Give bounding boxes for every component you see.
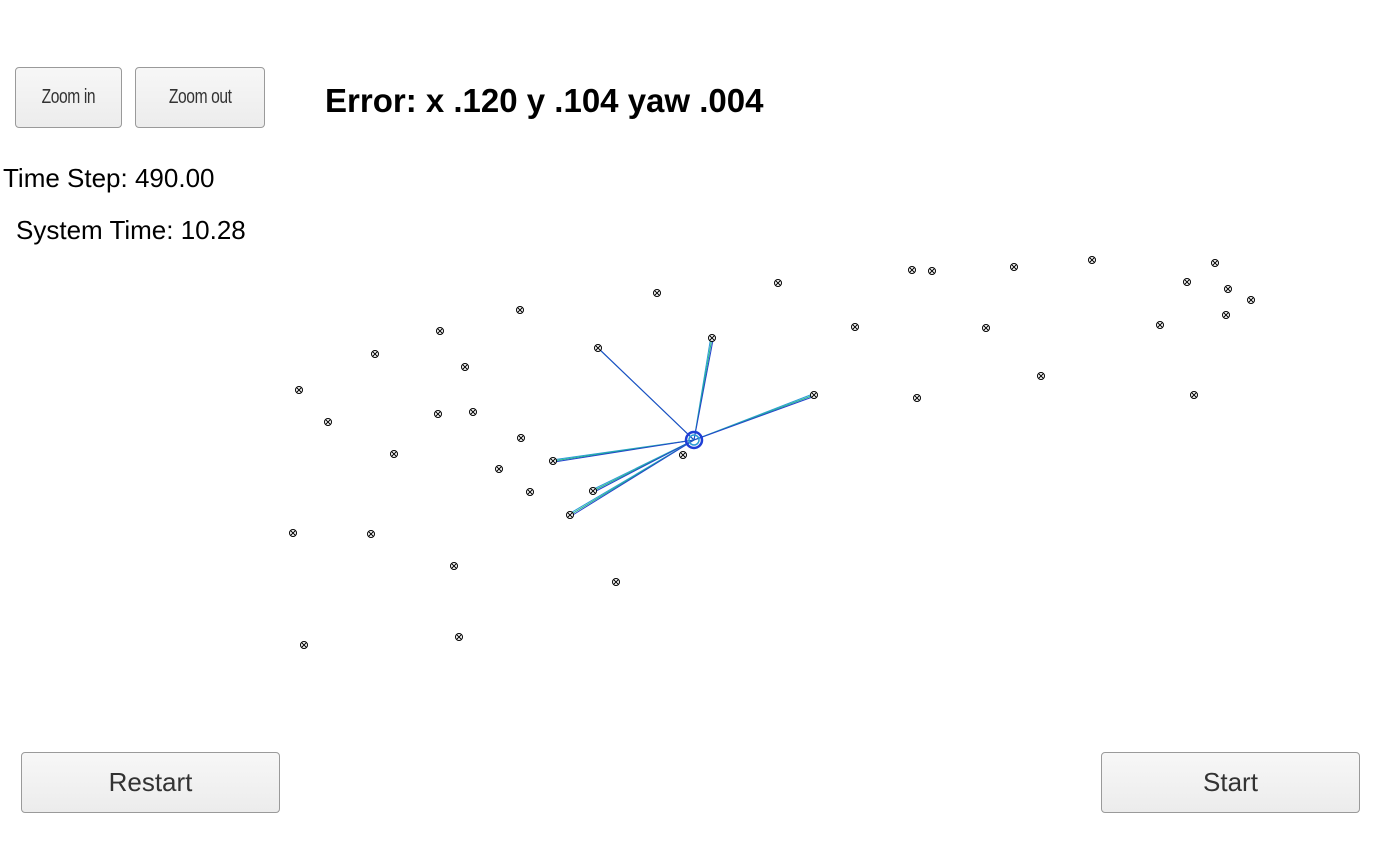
restart-label: Restart <box>108 767 193 797</box>
landmark-icon <box>1224 285 1232 293</box>
landmark-icon <box>913 394 921 402</box>
restart-button[interactable]: Restart <box>21 752 280 813</box>
landmark-icon <box>1222 311 1230 319</box>
landmark-icon <box>549 457 557 465</box>
landmark-icon <box>908 266 916 274</box>
landmark-icon <box>1183 278 1191 286</box>
landmark-icon <box>928 267 936 275</box>
observation-line <box>693 395 816 441</box>
landmark-icon <box>774 279 782 287</box>
observation-line <box>598 348 695 441</box>
landmark-icon <box>495 465 503 473</box>
zoom-out-label: Zoom out <box>168 86 232 108</box>
landmark-icon <box>295 386 303 394</box>
landmark-layer <box>289 256 1255 649</box>
landmark-icon <box>436 327 444 335</box>
landmark-icon <box>1190 391 1198 399</box>
landmark-icon <box>390 450 398 458</box>
observation-line <box>570 439 695 517</box>
landmark-icon <box>982 324 990 332</box>
start-label: Start <box>1203 767 1258 797</box>
simulator-window: Zoom in Zoom out Error: x .120 y .104 ya… <box>0 0 1385 859</box>
landmark-icon <box>810 391 818 399</box>
landmark-icon <box>516 306 524 314</box>
landmark-icon <box>289 529 297 537</box>
system-time-readout: System Time: 10.28 <box>16 215 246 245</box>
landmark-icon <box>679 451 687 459</box>
observation-line <box>693 338 714 441</box>
landmark-icon <box>1247 296 1255 304</box>
landmark-icon <box>461 363 469 371</box>
landmark-icon <box>300 641 308 649</box>
error-readout: Error: x .120 y .104 yaw .004 <box>325 82 764 119</box>
zoom-in-button[interactable]: Zoom in <box>15 67 122 128</box>
landmark-icon <box>450 562 458 570</box>
landmark-icon <box>367 530 375 538</box>
landmark-icon <box>1211 259 1219 267</box>
landmark-icon <box>517 434 525 442</box>
start-button[interactable]: Start <box>1101 752 1360 813</box>
landmark-icon <box>434 410 442 418</box>
landmark-icon <box>589 487 597 495</box>
landmark-icon <box>526 488 534 496</box>
landmark-icon <box>708 334 716 342</box>
landmark-icon <box>566 511 574 519</box>
landmark-icon <box>1088 256 1096 264</box>
landmark-icon <box>1156 321 1164 329</box>
landmark-icon <box>594 344 602 352</box>
landmark-icon <box>851 323 859 331</box>
landmark-icon <box>1037 372 1045 380</box>
landmark-icon <box>324 418 332 426</box>
landmark-icon <box>455 633 463 641</box>
landmark-icon <box>612 578 620 586</box>
landmark-icon <box>371 350 379 358</box>
landmark-icon <box>1010 263 1018 271</box>
zoom-in-label: Zoom in <box>41 86 96 108</box>
map-canvas <box>289 256 1255 649</box>
landmark-icon <box>653 289 661 297</box>
landmark-icon <box>469 408 477 416</box>
time-step-readout: Time Step: 490.00 <box>3 163 215 193</box>
zoom-out-button[interactable]: Zoom out <box>135 67 265 128</box>
